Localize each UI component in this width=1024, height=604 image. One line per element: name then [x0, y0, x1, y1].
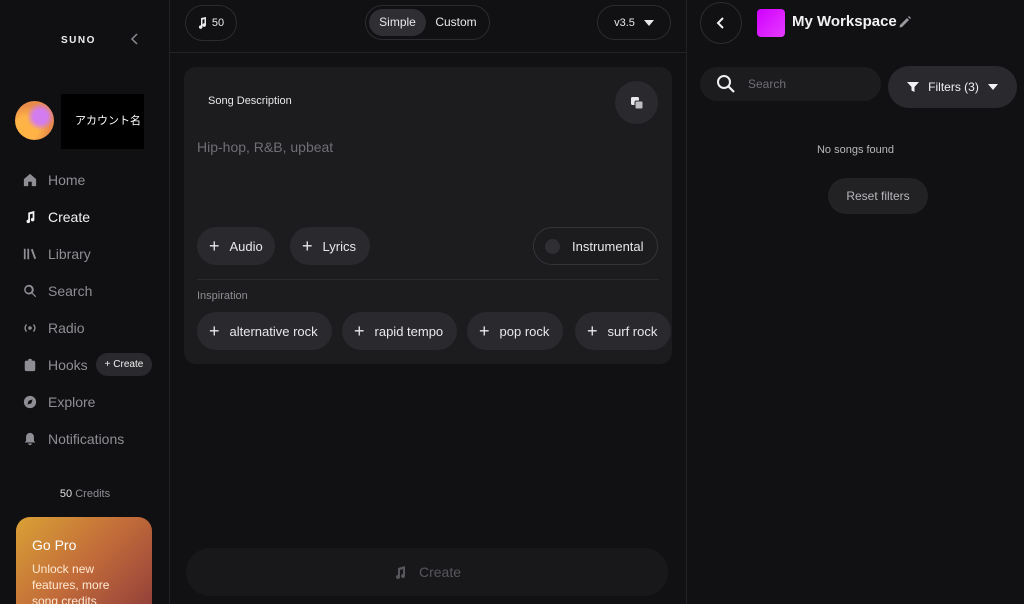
music-sparkle-icon	[26, 210, 35, 224]
workspace-title[interactable]: My Workspace	[792, 13, 897, 30]
inspiration-chip-label: surf rock	[607, 323, 658, 339]
sidebar-item-search[interactable]: Search	[23, 280, 92, 302]
plus-icon: +	[104, 359, 111, 370]
credits-count: 50 Credits	[0, 488, 170, 500]
sidebar-item-label: Library	[48, 246, 91, 262]
add-lyrics-button[interactable]: + Lyrics	[290, 227, 370, 265]
sidebar-item-radio[interactable]: Radio	[23, 317, 85, 339]
plus-icon: +	[479, 321, 490, 341]
caret-down-icon	[987, 84, 998, 90]
inspiration-chip-label: alternative rock	[229, 323, 318, 339]
pencil-icon[interactable]	[898, 15, 912, 29]
sidebar-item-notifications[interactable]: Notifications	[23, 428, 124, 450]
library-icon	[23, 248, 37, 260]
dice-icon	[630, 96, 643, 109]
filters-button[interactable]: Filters (3)	[888, 66, 1017, 108]
sidebar-item-library[interactable]: Library	[23, 243, 91, 265]
suno-logo[interactable]: SUNO	[61, 35, 96, 46]
shuffle-prompt-button[interactable]	[615, 81, 658, 124]
plus-icon: +	[302, 236, 313, 256]
bell-icon	[24, 432, 36, 446]
hooks-create-label: Create	[113, 359, 144, 370]
tab-simple[interactable]: Simple	[369, 9, 426, 36]
search-input[interactable]: Search	[700, 67, 881, 101]
credits-pill[interactable]: 50	[185, 5, 237, 41]
go-pro-desc-line: Unlock new	[32, 562, 95, 576]
add-audio-label: Audio	[229, 238, 263, 254]
song-description-input[interactable]: Hip-hop, R&B, upbeat	[197, 139, 333, 155]
inspiration-chip-label: pop rock	[499, 323, 550, 339]
chevron-left-icon	[716, 17, 724, 29]
mode-toggle: Simple Custom	[365, 5, 490, 40]
sidebar-item-explore[interactable]: Explore	[23, 391, 95, 413]
inspiration-chip[interactable]: + surf rock	[575, 312, 672, 350]
divider	[686, 0, 687, 604]
empty-state-text: No songs found	[816, 144, 895, 156]
inspiration-chip-label: rapid tempo	[374, 323, 444, 339]
song-description-card: Song Description Hip-hop, R&B, upbeat + …	[184, 67, 672, 364]
go-pro-desc-line: song credits	[32, 594, 97, 604]
hooks-icon	[24, 358, 36, 372]
music-note-icon	[198, 17, 206, 29]
filters-label: Filters (3)	[928, 80, 979, 94]
sidebar-item-label: Create	[48, 209, 91, 225]
plus-icon: +	[354, 321, 365, 341]
tab-custom[interactable]: Custom	[426, 9, 486, 36]
divider	[197, 279, 659, 280]
credits-value: 50	[59, 488, 73, 500]
go-pro-card[interactable]: Go Pro Unlock new features, more song cr…	[16, 517, 152, 604]
workspace-thumbnail	[757, 9, 785, 37]
sidebar-item-label: Hooks	[48, 357, 88, 373]
go-pro-title: Go Pro	[32, 537, 77, 553]
avatar[interactable]	[15, 101, 54, 140]
sidebar-item-home[interactable]: Home	[23, 169, 85, 191]
credits-pill-value: 50	[211, 17, 225, 29]
plus-icon: +	[209, 321, 220, 341]
sidebar-item-label: Notifications	[48, 431, 125, 447]
add-lyrics-label: Lyrics	[322, 238, 356, 254]
radio-icon	[24, 324, 36, 332]
sidebar-item-hooks[interactable]: Hooks	[23, 354, 88, 376]
hooks-create-button[interactable]: + Create	[96, 353, 152, 376]
account-name[interactable]: アカウント名	[61, 94, 144, 149]
create-button[interactable]: Create	[186, 548, 668, 596]
back-button[interactable]	[700, 2, 742, 44]
search-placeholder: Search	[748, 77, 787, 91]
music-sparkle-icon	[395, 566, 405, 579]
add-audio-button[interactable]: + Audio	[197, 227, 275, 265]
version-select[interactable]: v3.5	[597, 5, 671, 40]
plus-icon: +	[587, 321, 598, 341]
sidebar-item-create[interactable]: Create	[23, 206, 90, 228]
credits-label: Credits	[75, 488, 111, 500]
instrumental-toggle[interactable]: Instrumental	[533, 227, 658, 265]
toggle-circle-icon	[545, 238, 560, 254]
create-button-label: Create	[418, 564, 462, 580]
home-icon	[23, 173, 37, 187]
reset-filters-button[interactable]: Reset filters	[828, 178, 928, 214]
sidebar-item-label: Home	[48, 172, 86, 188]
version-label: v3.5	[614, 16, 635, 29]
compass-icon	[23, 395, 37, 409]
go-pro-desc: Unlock new features, more song credits	[32, 561, 136, 604]
sidebar-item-label: Search	[48, 283, 93, 299]
go-pro-desc-line: features, more	[32, 578, 110, 592]
search-icon	[24, 284, 37, 298]
sidebar-item-label: Radio	[48, 320, 85, 336]
inspiration-chip[interactable]: + pop rock	[467, 312, 564, 350]
sidebar-item-label: Explore	[48, 394, 96, 410]
instrumental-label: Instrumental	[572, 238, 644, 254]
song-description-label: Song Description	[208, 95, 292, 107]
plus-icon: +	[209, 236, 220, 256]
search-icon	[717, 75, 735, 93]
divider	[170, 52, 686, 53]
inspiration-label: Inspiration	[197, 290, 248, 302]
filter-icon	[907, 82, 920, 92]
inspiration-chip[interactable]: + rapid tempo	[342, 312, 458, 350]
sidebar: SUNO アカウント名 Home Create Library Search R…	[0, 0, 170, 604]
inspiration-chip[interactable]: + alternative rock	[197, 312, 332, 350]
caret-down-icon	[643, 19, 654, 26]
chevron-left-icon[interactable]	[126, 31, 144, 49]
